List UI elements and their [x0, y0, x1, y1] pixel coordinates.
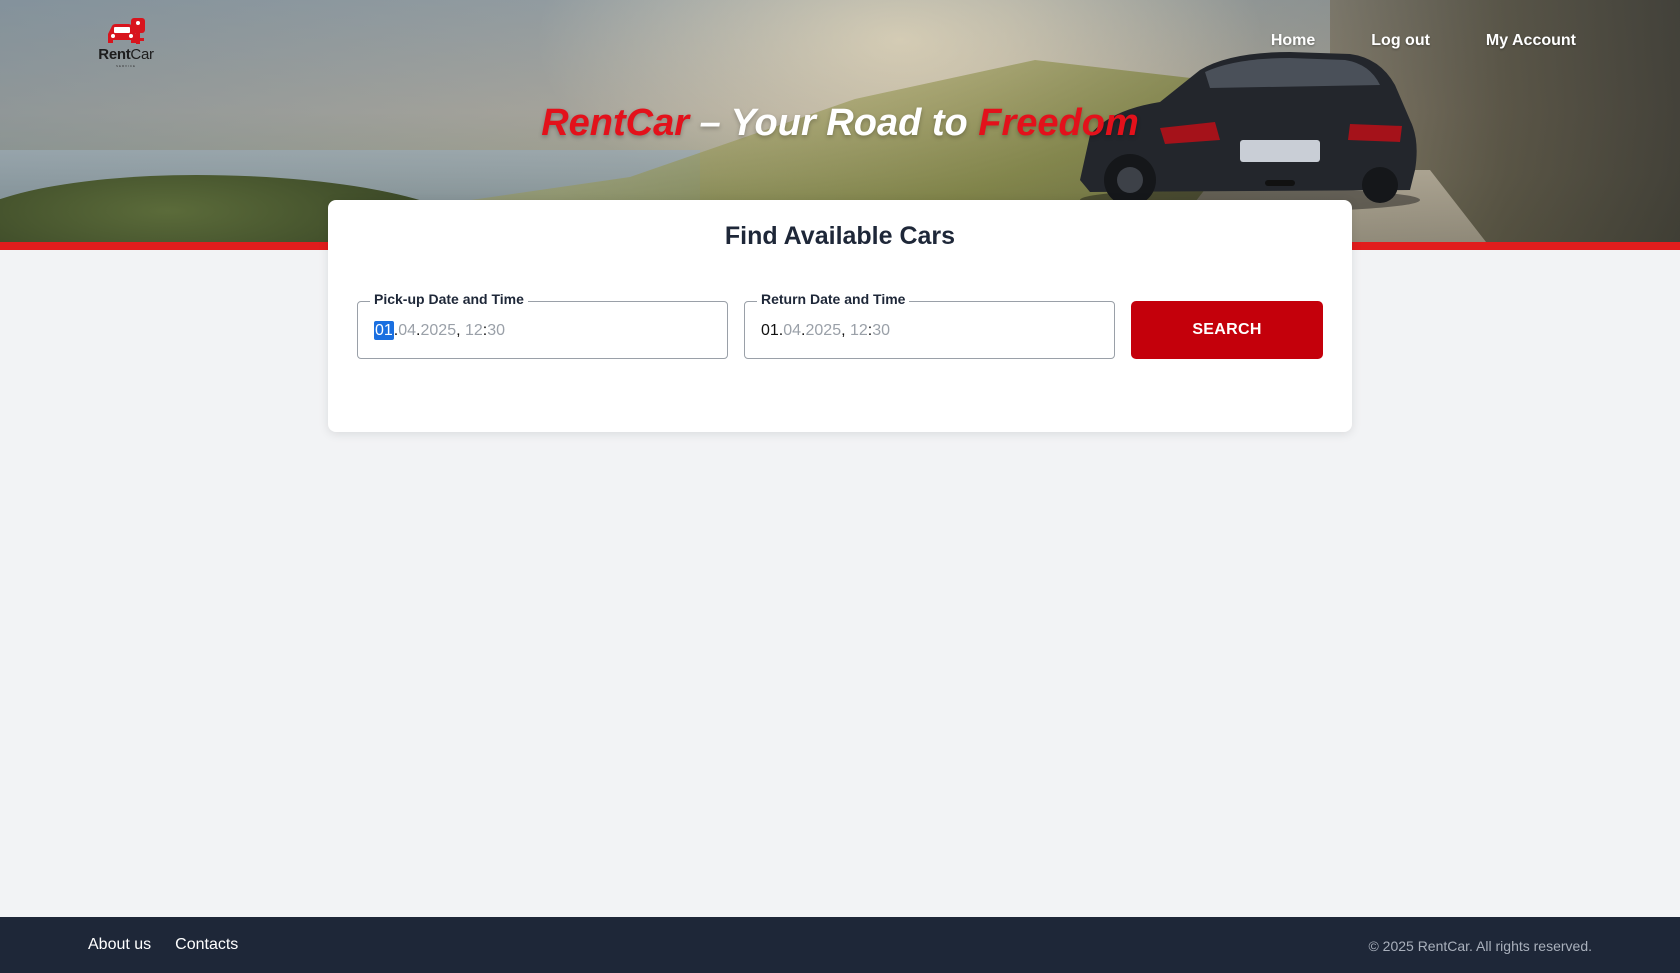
pickup-month-segment[interactable]: 04: [398, 322, 416, 339]
search-button[interactable]: SEARCH: [1131, 301, 1323, 359]
return-datetime-field[interactable]: Return Date and Time 01.04.2025, 12:30: [744, 291, 1115, 359]
return-datetime-value[interactable]: 01.04.2025, 12:30: [761, 322, 890, 340]
footer-links: About us Contacts: [88, 936, 238, 954]
return-year-segment[interactable]: 2025: [806, 322, 842, 339]
pickup-datetime-value[interactable]: 01.04.2025, 12:30: [374, 321, 505, 340]
nav-home-link[interactable]: Home: [1271, 32, 1315, 50]
return-month-segment[interactable]: 04: [783, 322, 801, 339]
pickup-datetime-field[interactable]: Pick-up Date and Time 01.04.2025, 12:30: [357, 291, 728, 359]
hero-title: RentCar – Your Road to Freedom: [0, 102, 1680, 145]
top-nav: Home Log out My Account: [1271, 32, 1576, 50]
footer-contacts-link[interactable]: Contacts: [175, 936, 238, 954]
logo-wordmark: RentCar: [98, 46, 154, 63]
hero-title-brand: RentCar: [541, 102, 690, 144]
search-card-title: Find Available Cars: [724, 222, 956, 250]
pickup-hour-segment[interactable]: 12: [465, 322, 483, 339]
logo-subtitle: SERVICE: [115, 64, 137, 68]
footer-copyright: © 2025 RentCar. All rights reserved.: [1368, 938, 1592, 954]
return-minute-segment[interactable]: 30: [872, 322, 890, 339]
pickup-minute-segment[interactable]: 30: [487, 322, 505, 339]
nav-my-account-link[interactable]: My Account: [1486, 32, 1576, 50]
car-key-icon: [108, 18, 145, 44]
pickup-day-segment[interactable]: 01: [374, 321, 394, 340]
pickup-year-segment[interactable]: 2025: [421, 322, 457, 339]
footer-about-us-link[interactable]: About us: [88, 936, 151, 954]
hero-title-accent: Freedom: [978, 102, 1139, 144]
brand-logo[interactable]: RentCar SERVICE: [94, 16, 158, 70]
hero-title-middle: – Your Road to: [689, 102, 979, 144]
return-datetime-label: Return Date and Time: [757, 291, 910, 307]
return-day-segment[interactable]: 01: [761, 322, 779, 339]
nav-logout-link[interactable]: Log out: [1371, 32, 1430, 50]
pickup-datetime-label: Pick-up Date and Time: [370, 291, 528, 307]
footer: About us Contacts © 2025 RentCar. All ri…: [0, 917, 1680, 973]
search-card: Find Available Cars Pick-up Date and Tim…: [328, 200, 1352, 432]
return-hour-segment[interactable]: 12: [850, 322, 868, 339]
